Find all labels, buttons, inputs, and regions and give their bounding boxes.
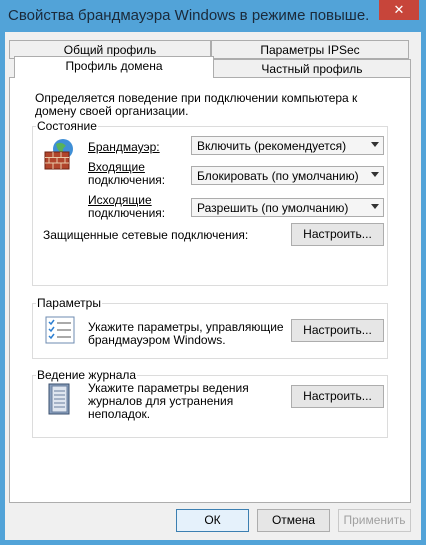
firewall-state-label: Брандмауэр: — [88, 140, 160, 154]
protected-connections-label: Защищенные сетевые подключения: — [43, 228, 249, 242]
tab-general-profile-label: Общий профиль — [63, 43, 157, 57]
inbound-label-line2: подключения: — [88, 173, 166, 187]
settings-text-line2: брандмауэром Windows. — [88, 333, 226, 347]
outbound-connections-select[interactable]: Разрешить (по умолчанию) — [191, 198, 384, 217]
chevron-down-icon — [371, 204, 379, 209]
firewall-properties-window: Свойства брандмауэра Windows в режиме по… — [0, 0, 426, 545]
outbound-connections-label: Исходящие подключения: — [88, 194, 165, 220]
chevron-down-icon — [371, 172, 379, 177]
inbound-label-line1: Входящие — [88, 160, 145, 174]
logging-text-line3: неполадок. — [88, 407, 151, 421]
settings-configure-button[interactable]: Настроить... — [291, 319, 384, 342]
settings-description: Укажите параметры, управляющие брандмауэ… — [88, 321, 284, 347]
intro-text: Определяется поведение при подключении к… — [35, 91, 358, 118]
tab-domain-profile-label: Профиль домена — [65, 59, 163, 73]
logging-text-line2: журналов для устранения — [88, 394, 234, 408]
window-title: Свойства брандмауэра Windows в режиме по… — [8, 7, 368, 24]
ok-button[interactable]: ОК — [176, 509, 249, 532]
settings-group-label: Параметры — [36, 296, 102, 310]
protected-connections-configure-button[interactable]: Настроить... — [291, 223, 384, 246]
dialog-client-area: Общий профиль Параметры IPSec Профиль до… — [5, 32, 421, 540]
inbound-connections-label: Входящие подключения: — [88, 161, 165, 187]
outbound-connections-value: Разрешить (по умолчанию) — [197, 201, 349, 215]
logging-group-label: Ведение журнала — [36, 368, 138, 382]
firewall-state-select[interactable]: Включить (рекомендуется) — [191, 136, 384, 155]
tab-ipsec-settings[interactable]: Параметры IPSec — [211, 40, 409, 59]
log-notebook-icon — [47, 383, 71, 418]
logging-configure-button[interactable]: Настроить... — [291, 385, 384, 408]
tab-panel-domain-profile: Определяется поведение при подключении к… — [9, 77, 411, 503]
logging-description: Укажите параметры ведения журналов для у… — [88, 382, 249, 421]
cancel-button[interactable]: Отмена — [257, 509, 330, 532]
outbound-label-line1: Исходящие — [88, 193, 152, 207]
tab-ipsec-settings-label: Параметры IPSec — [260, 43, 360, 57]
tab-private-profile[interactable]: Частный профиль — [213, 59, 411, 78]
outbound-label-line2: подключения: — [88, 206, 166, 220]
tab-private-profile-label: Частный профиль — [261, 62, 363, 76]
chevron-down-icon — [371, 142, 379, 147]
firewall-state-value: Включить (рекомендуется) — [197, 139, 347, 153]
inbound-connections-select[interactable]: Блокировать (по умолчанию) — [191, 166, 384, 185]
checklist-icon — [45, 316, 75, 347]
settings-text-line1: Укажите параметры, управляющие — [88, 320, 284, 334]
inbound-connections-value: Блокировать (по умолчанию) — [197, 169, 359, 183]
close-icon: ✕ — [393, 2, 405, 17]
state-group-label: Состояние — [36, 119, 98, 133]
apply-button[interactable]: Применить — [338, 509, 411, 532]
logging-text-line1: Укажите параметры ведения — [88, 381, 249, 395]
tab-domain-profile[interactable]: Профиль домена — [14, 56, 214, 78]
close-button[interactable]: ✕ — [379, 0, 419, 20]
title-bar: Свойства брандмауэра Windows в режиме по… — [0, 0, 426, 32]
firewall-wall-icon — [43, 138, 77, 173]
